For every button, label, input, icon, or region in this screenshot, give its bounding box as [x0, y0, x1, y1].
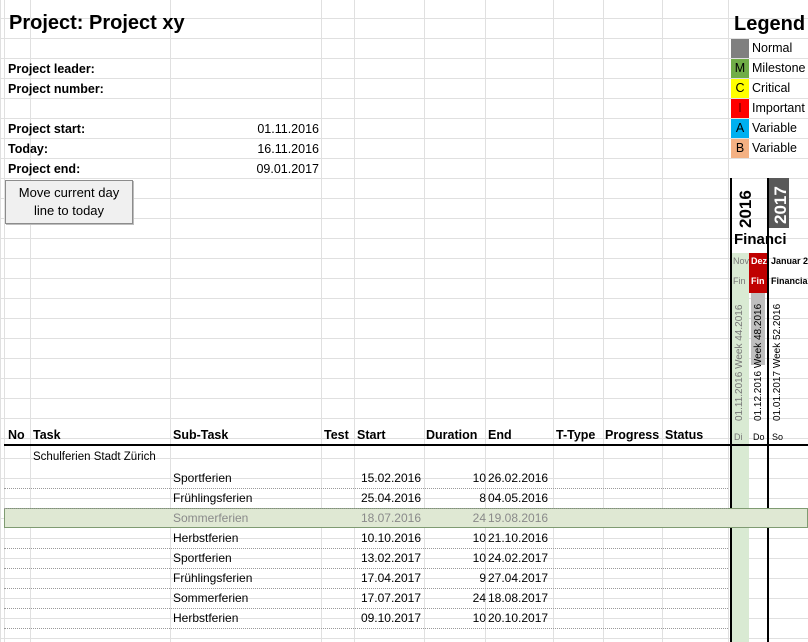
legend-swatch-normal: [731, 39, 749, 58]
cell-duration: 8: [479, 491, 486, 505]
table-row[interactable]: Frühlingsferien 25.04.2016 8 04.05.2016: [4, 489, 728, 509]
legend-label-milestone: Milestone: [752, 61, 806, 75]
week-44-label: 01.11.2016 Week 44.2016: [734, 304, 745, 421]
cell-end: 24.02.2017: [488, 551, 549, 565]
col-header-ttype: T-Type: [556, 428, 596, 442]
cell-subtask: Sportferien: [173, 471, 232, 485]
col-header-task: Task: [33, 428, 61, 442]
today-value[interactable]: 16.11.2016: [200, 142, 319, 156]
project-number-label: Project number:: [8, 82, 104, 96]
legend-label-critical: Critical: [752, 81, 791, 95]
cell-start: 15.02.2016: [360, 471, 421, 485]
year-2017: 2017: [771, 186, 790, 224]
legend-label-variable-a: Variable: [752, 121, 797, 135]
month-januar: Januar 2: [771, 256, 808, 266]
project-start-value[interactable]: 01.11.2016: [200, 122, 319, 136]
legend-swatch-important: I: [731, 99, 749, 118]
table-row[interactable]: Herbstferien 10.10.2016 10 21.10.2016: [4, 529, 728, 549]
project-start-label: Project start:: [8, 122, 86, 136]
cell-subtask: Sommerferien: [173, 511, 249, 525]
cell-subtask: Sportferien: [173, 551, 232, 565]
table-row-selected[interactable]: Sommerferien 18.07.2016 24 19.08.2016: [4, 509, 728, 528]
cell-end: 19.08.2016: [488, 511, 549, 525]
day-di: Di: [734, 432, 743, 442]
cell-end: 26.02.2016: [488, 471, 549, 485]
cell-start: 25.04.2016: [360, 491, 421, 505]
col-header-no: No: [8, 428, 25, 442]
project-leader-label: Project leader:: [8, 62, 95, 76]
project-end-value[interactable]: 09.01.2017: [200, 162, 319, 176]
cell-end: 27.04.2017: [488, 571, 549, 585]
cell-start: 10.10.2016: [360, 531, 421, 545]
col-header-end: End: [488, 428, 512, 442]
header-underline: [4, 444, 808, 446]
cell-subtask: Herbstferien: [173, 531, 239, 545]
table-row[interactable]: Sommerferien 17.07.2017 24 18.08.2017: [4, 589, 728, 609]
financial-label: Financi: [734, 231, 787, 248]
move-current-day-button[interactable]: Move current day line to today: [5, 180, 133, 224]
grid-col-line: [728, 0, 729, 642]
legend-title: Legend: [734, 13, 806, 35]
legend-label-variable-b: Variable: [752, 141, 797, 155]
cell-duration: 10: [472, 611, 486, 625]
cell-duration: 24: [472, 511, 486, 525]
cell-duration: 24: [472, 591, 486, 605]
project-title: Project: Project xy: [9, 12, 185, 34]
cell-subtask: Herbstferien: [173, 611, 239, 625]
col-header-test: Test: [324, 428, 349, 442]
table-row[interactable]: Herbstferien 09.10.2017 10 20.10.2017: [4, 609, 728, 629]
cell-duration: 10: [472, 531, 486, 545]
day-so: So: [772, 432, 784, 442]
fin-januar: Financia: [771, 276, 808, 286]
cell-duration: 10: [472, 551, 486, 565]
legend-label-normal: Normal: [752, 41, 793, 55]
cell-duration: 10: [472, 471, 486, 485]
group-label[interactable]: Schulferien Stadt Zürich: [33, 451, 156, 463]
legend-swatch-variable-a: A: [731, 119, 749, 138]
cell-end: 04.05.2016: [488, 491, 549, 505]
month-nov: Nov: [733, 256, 750, 266]
week-48-label: 01.12.2016 Week 48.2016: [753, 303, 764, 421]
cell-subtask: Frühlingsferien: [173, 571, 253, 585]
col-header-status: Status: [665, 428, 704, 442]
month-dez: Dez: [751, 256, 768, 266]
cell-subtask: Frühlingsferien: [173, 491, 253, 505]
today-label: Today:: [8, 142, 49, 156]
cell-end: 21.10.2016: [488, 531, 549, 545]
legend-swatch-critical: C: [731, 79, 749, 98]
cell-start: 17.04.2017: [360, 571, 421, 585]
cell-start: 13.02.2017: [360, 551, 421, 565]
col-header-progress: Progress: [605, 428, 660, 442]
cell-end: 20.10.2017: [488, 611, 549, 625]
table-row[interactable]: Sportferien 15.02.2016 10 26.02.2016: [4, 469, 728, 489]
table-row[interactable]: Sportferien 13.02.2017 10 24.02.2017: [4, 549, 728, 569]
col-header-subtask: Sub-Task: [173, 428, 229, 442]
legend-swatch-variable-b: B: [731, 139, 749, 158]
project-end-label: Project end:: [8, 162, 81, 176]
legend-label-important: Important: [752, 101, 805, 115]
button-label-line2: line to today: [33, 203, 105, 218]
button-label-line1: Move current day: [18, 185, 120, 200]
cell-start: 17.07.2017: [360, 591, 421, 605]
fin-dez: Fin: [751, 276, 765, 286]
day-do: Do: [753, 432, 765, 442]
col-header-duration: Duration: [426, 428, 478, 442]
table-row[interactable]: Frühlingsferien 17.04.2017 9 27.04.2017: [4, 569, 728, 589]
cell-duration: 9: [479, 571, 486, 585]
week-52-label: 01.01.2017 Week 52.2016: [772, 303, 783, 421]
cell-start: 09.10.2017: [360, 611, 421, 625]
cell-subtask: Sommerferien: [173, 591, 249, 605]
cell-start: 18.07.2016: [360, 511, 421, 525]
year-2017-cell: 2017: [769, 178, 790, 228]
year-2016: 2016: [736, 190, 755, 228]
legend-swatch-milestone: M: [731, 59, 749, 78]
fin-nov: Fin: [733, 276, 746, 286]
col-header-start: Start: [357, 428, 386, 442]
cell-end: 18.08.2017: [488, 591, 549, 605]
